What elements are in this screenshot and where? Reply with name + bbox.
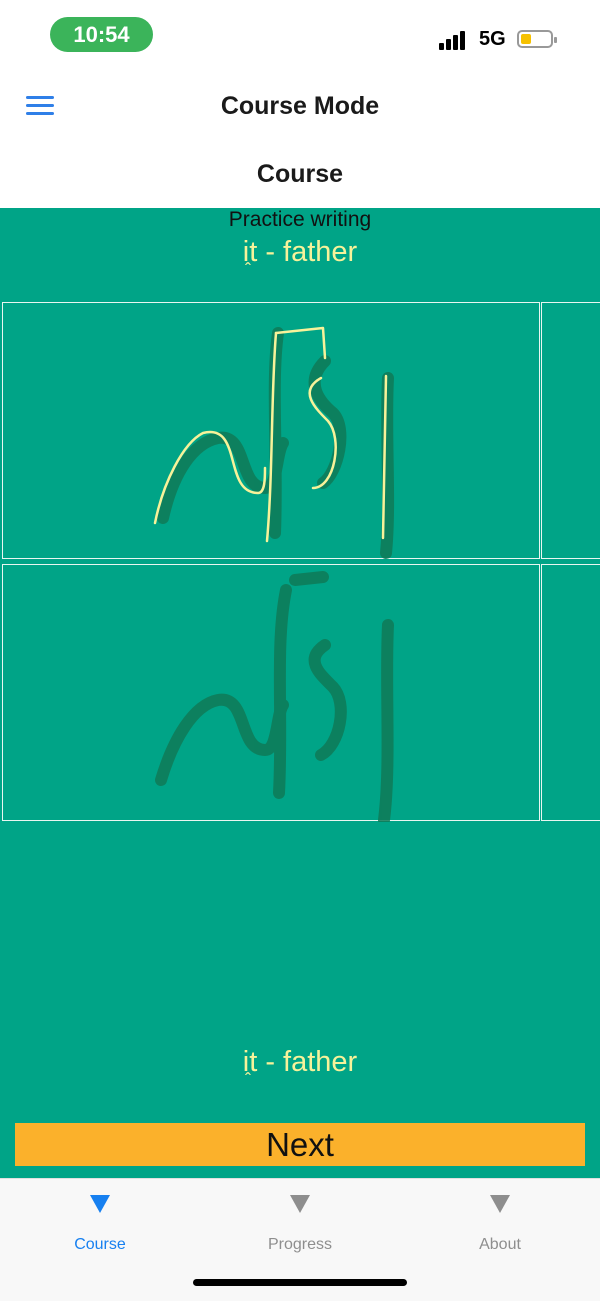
tab-course[interactable]: Course — [0, 1179, 200, 1269]
network-label: 5G — [479, 28, 506, 50]
word-translation-top: it - father — [242, 236, 358, 268]
guide-canvas-next — [541, 564, 600, 821]
progress-tab-icon — [290, 1195, 310, 1213]
page-title: Course Mode — [220, 92, 380, 120]
section-title: Course — [256, 160, 344, 188]
diacritic-mark: ˆ — [245, 260, 251, 280]
tab-progress[interactable]: Progress — [200, 1179, 400, 1269]
writing-canvas-next — [541, 302, 600, 559]
app-screen: 10:54 5G Course Mode Course Practice wri… — [0, 0, 600, 1301]
practice-prompt: Practice writing — [228, 208, 372, 231]
lesson-area: Practice writing it - father ˆ it - fath… — [0, 208, 600, 1178]
word-translation-bottom: it - father — [242, 1046, 358, 1078]
tab-label: About — [479, 1236, 521, 1253]
about-tab-icon — [490, 1195, 510, 1213]
guide-glyph-with-strokes — [153, 326, 395, 559]
home-indicator[interactable] — [193, 1279, 407, 1286]
signal-icon — [439, 30, 469, 50]
status-bar: 10:54 5G — [0, 0, 600, 70]
course-tab-icon — [90, 1195, 110, 1213]
tab-about[interactable]: About — [400, 1179, 600, 1269]
tab-label: Course — [74, 1236, 126, 1253]
guide-canvas[interactable] — [2, 564, 540, 822]
tab-label: Progress — [267, 1236, 333, 1253]
battery-icon — [517, 30, 557, 48]
guide-glyph — [155, 571, 394, 822]
diacritic-mark-bottom: ˆ — [245, 1070, 251, 1090]
next-button[interactable]: Next — [15, 1123, 585, 1166]
status-time: 10:54 — [50, 17, 153, 52]
writing-canvas[interactable] — [2, 302, 540, 559]
